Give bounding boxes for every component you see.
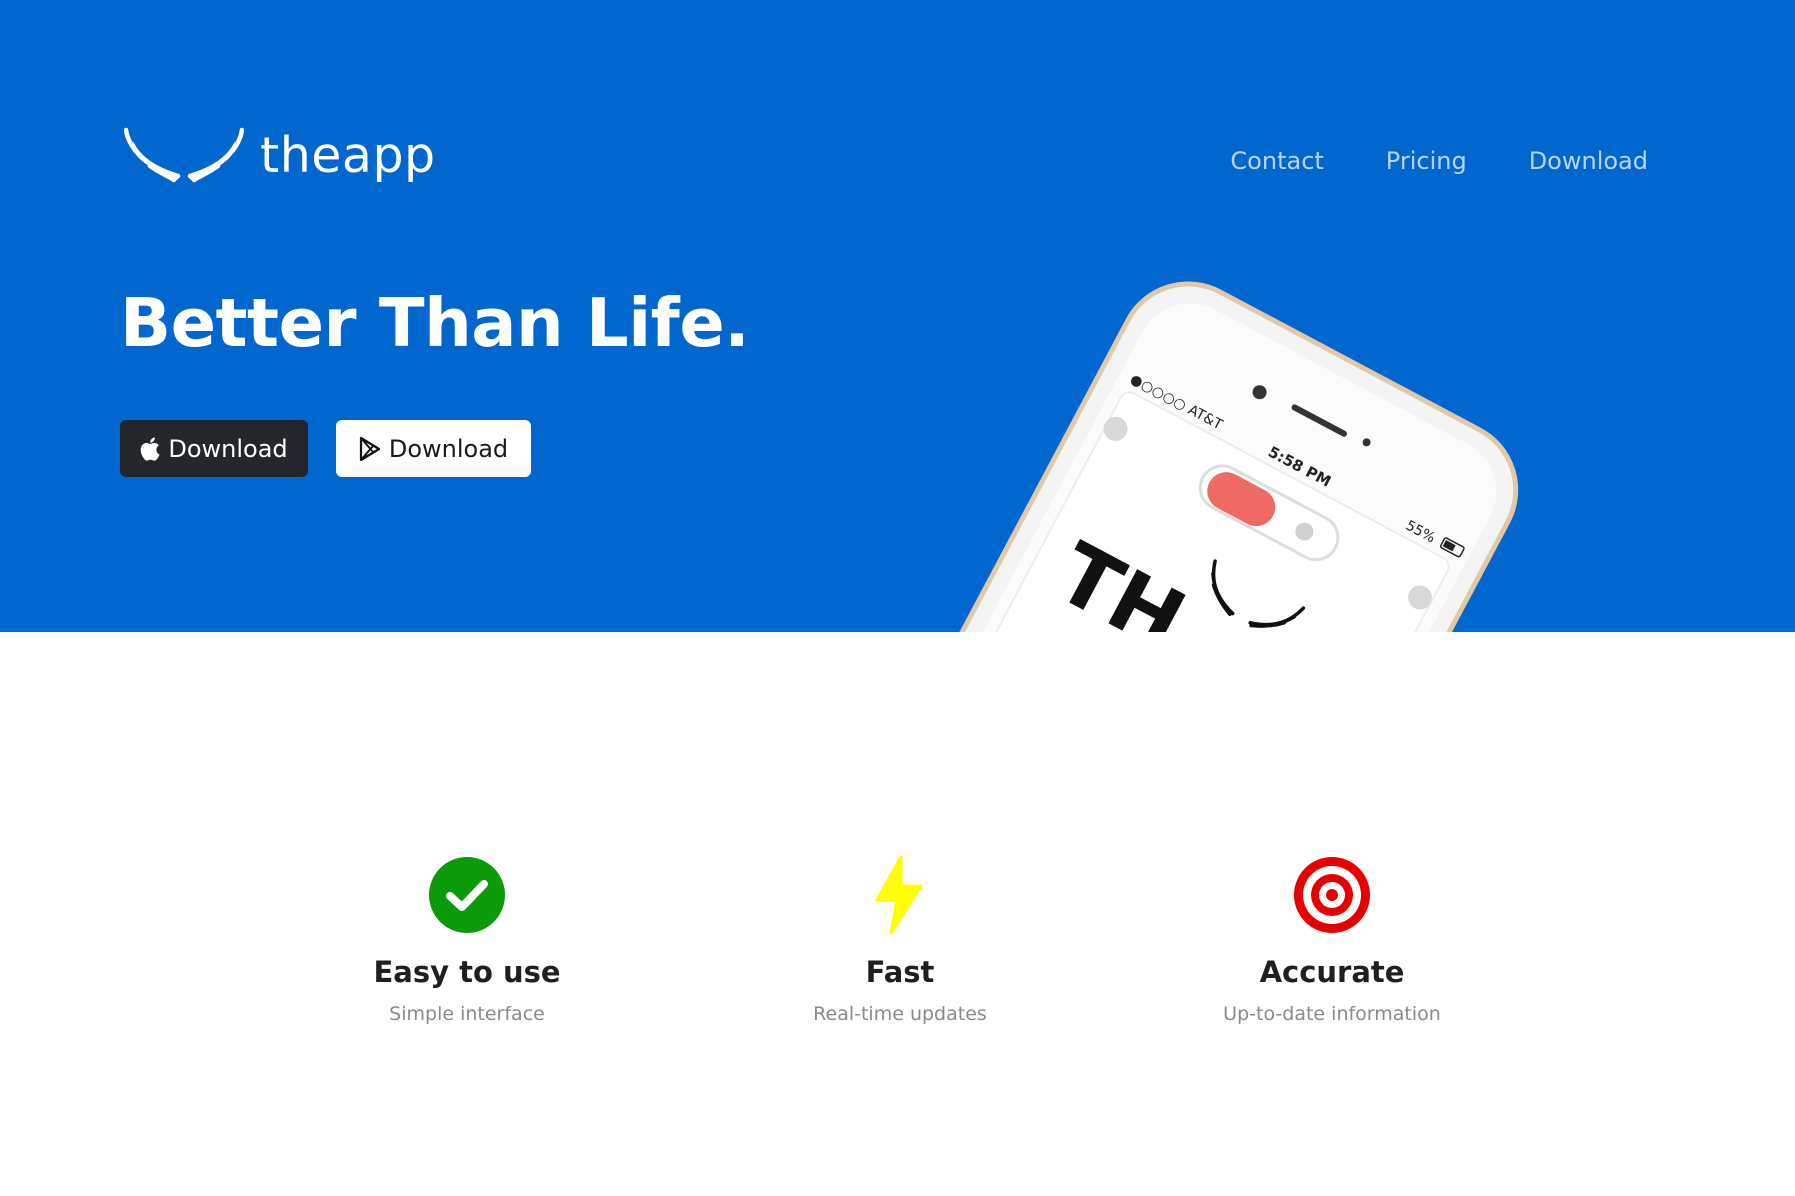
group-icon (1295, 522, 1314, 541)
wings-icon (124, 127, 244, 183)
feature-subtitle: Up-to-date information (1223, 1003, 1441, 1025)
features-section: Easy to use Simple interface Fast Real-t… (0, 632, 1795, 1196)
phone-carrier-text: ●○○○○ AT&T (1127, 371, 1225, 433)
phone-battery-text: 55% (1403, 518, 1438, 547)
camera-icon (1252, 385, 1267, 400)
nav-pricing[interactable]: Pricing (1386, 143, 1467, 179)
feature-easy-to-use: Easy to use Simple interface (287, 856, 647, 1028)
lightning-bolt-icon (875, 856, 923, 934)
apple-icon (141, 436, 160, 461)
nav-contact[interactable]: Contact (1230, 143, 1323, 179)
chat-icon (1407, 585, 1432, 610)
hero-headline: Better Than Life. (120, 284, 750, 362)
battery-icon (1439, 537, 1465, 558)
app-store-download-button[interactable]: Download (120, 420, 308, 477)
google-play-button-label: Download (388, 434, 509, 463)
target-icon (1294, 857, 1370, 933)
phone-screen-text: TH (1042, 524, 1201, 632)
phone-toggle-switch (1198, 464, 1340, 562)
checkmark-circle-icon (429, 857, 505, 933)
feature-title: Accurate (1259, 955, 1405, 989)
profile-icon (1103, 416, 1128, 441)
hero-section: theapp Contact Pricing Download Better T… (0, 0, 1795, 632)
feature-title: Fast (865, 955, 935, 989)
feature-subtitle: Simple interface (389, 1003, 545, 1025)
phone-wings-logo-icon (1211, 559, 1306, 628)
earpiece-icon (1291, 404, 1347, 437)
nav-download[interactable]: Download (1529, 143, 1648, 179)
feature-fast: Fast Real-time updates (720, 856, 1080, 1028)
google-play-icon (359, 436, 380, 461)
top-nav: Contact Pricing Download (1230, 143, 1648, 179)
feature-subtitle: Real-time updates (813, 1003, 987, 1025)
google-play-download-button[interactable]: Download (336, 420, 531, 477)
phone-time-text: 5:58 PM (1265, 443, 1334, 491)
feature-accurate: Accurate Up-to-date information (1152, 856, 1512, 1028)
brand-name: theapp (260, 127, 436, 184)
feature-title: Easy to use (373, 955, 561, 989)
app-store-button-label: Download (168, 434, 288, 463)
brand-logo[interactable]: theapp (124, 126, 436, 186)
